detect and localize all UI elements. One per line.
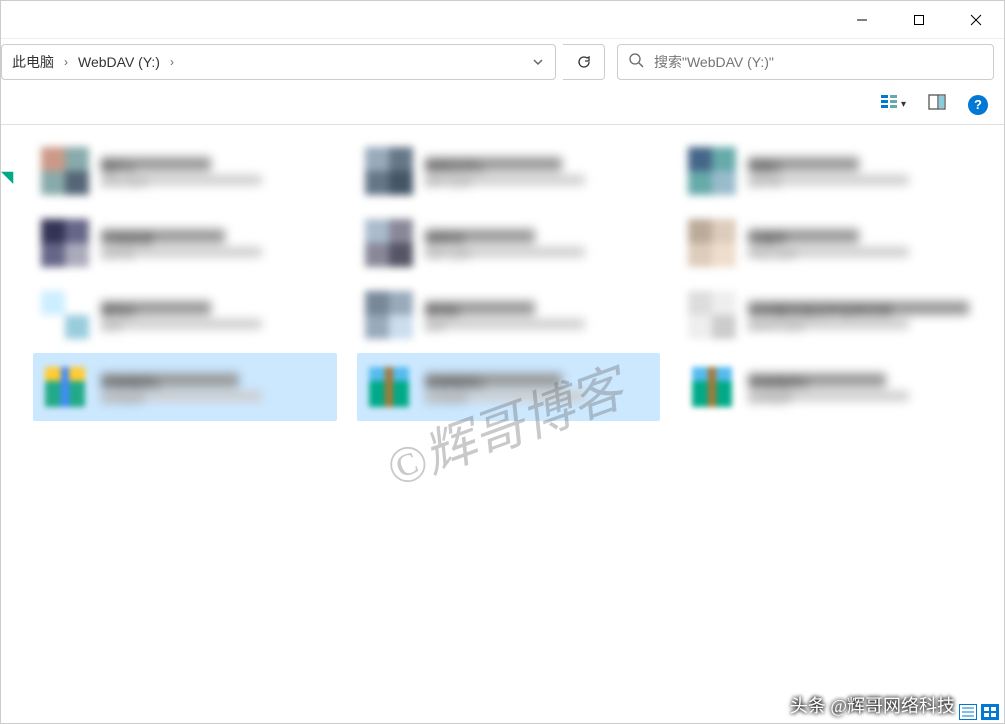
file-info: 说明书 PDF 文件 bbox=[425, 229, 655, 257]
file-thumbnail bbox=[363, 361, 415, 413]
file-meta: PDF 文件 bbox=[425, 247, 586, 257]
file-thumbnail bbox=[686, 289, 738, 341]
file-thumbnail bbox=[39, 289, 91, 341]
file-name: 安装程序3 bbox=[748, 373, 886, 387]
search-icon bbox=[628, 52, 644, 73]
file-item[interactable]: 扫描件 PNG 文件 bbox=[680, 209, 984, 277]
toolbar: ▾ ? bbox=[1, 85, 1004, 125]
breadcrumb-item[interactable]: 此电脑 bbox=[6, 48, 60, 76]
file-item[interactable]: 素材B 文件 bbox=[357, 281, 661, 349]
file-item[interactable]: 安装程序3 应用程序 bbox=[680, 353, 984, 421]
file-thumbnail bbox=[686, 217, 738, 269]
search-input[interactable] bbox=[654, 54, 983, 70]
file-grid[interactable]: 图片1JPG 文件视频文件1MP4 文件相册2文件夹文档目录文件夹说明书PDF … bbox=[13, 125, 1004, 723]
file-name: 安装程序1 bbox=[101, 373, 239, 387]
breadcrumb-item[interactable]: WebDAV (Y:) bbox=[72, 50, 166, 74]
file-info: 图片1 JPG 文件 bbox=[101, 157, 331, 185]
file-name: 视频文件1 bbox=[425, 157, 563, 171]
status-view-switch bbox=[959, 704, 999, 720]
file-thumbnail bbox=[363, 217, 415, 269]
help-button[interactable]: ? bbox=[964, 91, 992, 119]
title-bar bbox=[1, 1, 1004, 39]
close-button[interactable] bbox=[947, 1, 1004, 39]
file-item[interactable]: 长标题文档文件名称示例 DOCX 文件 bbox=[680, 281, 984, 349]
file-info: 素材A 文件 bbox=[101, 301, 331, 329]
preview-pane-button[interactable] bbox=[924, 89, 950, 120]
file-info: 素材B 文件 bbox=[425, 301, 655, 329]
file-info: 相册2 文件夹 bbox=[748, 157, 978, 185]
file-name: 素材A bbox=[101, 301, 211, 315]
chevron-down-icon: ▾ bbox=[901, 99, 906, 110]
details-view-button[interactable] bbox=[959, 704, 977, 720]
file-meta: 文件 bbox=[425, 319, 586, 329]
minimize-button[interactable] bbox=[833, 1, 890, 39]
file-name: 说明书 bbox=[425, 229, 535, 243]
maximize-button[interactable] bbox=[890, 1, 947, 39]
help-icon: ? bbox=[968, 95, 988, 115]
file-item[interactable]: 相册2 文件夹 bbox=[680, 137, 984, 205]
file-thumbnail bbox=[39, 145, 91, 197]
file-meta: 文件夹 bbox=[101, 247, 262, 257]
main-area: ◥ 图片1JPG 文件视频文件1MP4 文件相册2文件夹文档目录文件夹说明书PD… bbox=[1, 125, 1004, 723]
file-thumbnail bbox=[363, 289, 415, 341]
file-name: 相册2 bbox=[748, 157, 858, 171]
file-thumbnail bbox=[686, 145, 738, 197]
refresh-button[interactable] bbox=[563, 44, 605, 80]
file-meta: 文件夹 bbox=[748, 175, 909, 185]
file-item[interactable]: 说明书 PDF 文件 bbox=[357, 209, 661, 277]
address-row: 此电脑 › WebDAV (Y:) › bbox=[1, 39, 1004, 85]
file-name: 扫描件 bbox=[748, 229, 858, 243]
file-meta: JPG 文件 bbox=[101, 175, 262, 185]
chevron-right-icon: › bbox=[60, 55, 72, 69]
address-dropdown-button[interactable] bbox=[519, 56, 555, 68]
file-meta: 应用程序 bbox=[101, 391, 262, 401]
file-meta: 文件 bbox=[101, 319, 262, 329]
file-info: 安装程序2 应用程序 bbox=[425, 373, 655, 401]
view-options-button[interactable]: ▾ bbox=[876, 89, 910, 120]
file-name: 素材B bbox=[425, 301, 535, 315]
file-thumbnail bbox=[39, 217, 91, 269]
file-meta: 应用程序 bbox=[425, 391, 586, 401]
file-item[interactable]: 图片1 JPG 文件 bbox=[33, 137, 337, 205]
file-name: 长标题文档文件名称示例 bbox=[748, 301, 968, 315]
file-info: 视频文件1 MP4 文件 bbox=[425, 157, 655, 185]
file-info: 安装程序1 应用程序 bbox=[101, 373, 331, 401]
tiles-view-button[interactable] bbox=[981, 704, 999, 720]
file-meta: MP4 文件 bbox=[425, 175, 586, 185]
file-name: 文档目录 bbox=[101, 229, 225, 243]
file-info: 安装程序3 应用程序 bbox=[748, 373, 978, 401]
file-info: 长标题文档文件名称示例 DOCX 文件 bbox=[748, 301, 978, 329]
search-box[interactable] bbox=[617, 44, 994, 80]
address-bar[interactable]: 此电脑 › WebDAV (Y:) › bbox=[1, 44, 556, 80]
file-meta: DOCX 文件 bbox=[748, 319, 909, 329]
pane-icon bbox=[928, 93, 946, 116]
file-thumbnail bbox=[363, 145, 415, 197]
nav-hint: ◥ bbox=[1, 125, 13, 723]
breadcrumb[interactable]: 此电脑 › WebDAV (Y:) › bbox=[2, 48, 519, 76]
tiles-view-icon bbox=[880, 93, 898, 116]
file-info: 扫描件 PNG 文件 bbox=[748, 229, 978, 257]
file-meta: 应用程序 bbox=[748, 391, 909, 401]
file-meta: PNG 文件 bbox=[748, 247, 909, 257]
file-item[interactable]: 视频文件1 MP4 文件 bbox=[357, 137, 661, 205]
file-item[interactable]: 安装程序2 应用程序 bbox=[357, 353, 661, 421]
file-info: 文档目录文件夹 bbox=[101, 229, 331, 257]
file-item[interactable]: 文档目录文件夹 bbox=[33, 209, 337, 277]
chevron-right-icon: › bbox=[166, 55, 178, 69]
file-name: 图片1 bbox=[101, 157, 211, 171]
nav-arrow-icon: ◥ bbox=[1, 167, 13, 187]
file-name: 安装程序2 bbox=[425, 373, 563, 387]
file-item[interactable]: 素材A 文件 bbox=[33, 281, 337, 349]
file-item[interactable]: 安装程序1 应用程序 bbox=[33, 353, 337, 421]
file-thumbnail bbox=[39, 361, 91, 413]
file-thumbnail bbox=[686, 361, 738, 413]
